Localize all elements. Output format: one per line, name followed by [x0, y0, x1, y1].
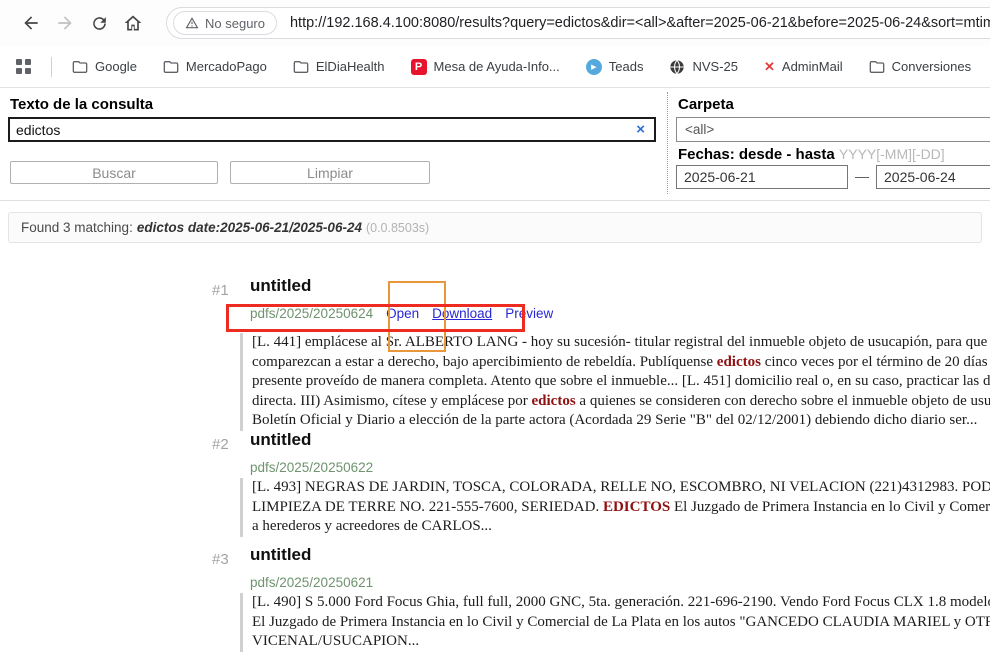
results-summary-bar: Found 3 matching: edictos date:2025-06-2… [8, 212, 982, 243]
result-snippet: [L. 490] S 5.000 Ford Focus Ghia, full f… [240, 593, 990, 652]
results-count-text: Found 3 matching: [21, 220, 133, 235]
back-icon[interactable] [14, 6, 48, 40]
result-number: #3 [212, 551, 229, 568]
bookmark-adminmail[interactable]: ✕ AdminMail [764, 59, 843, 75]
bookmark-mercadopago[interactable]: MercadoPago [163, 59, 267, 75]
forward-icon[interactable] [48, 6, 82, 40]
result-number: #2 [212, 436, 229, 453]
search-button[interactable]: Buscar [10, 161, 218, 184]
download-link[interactable]: Download [432, 306, 492, 321]
date-to-input[interactable] [876, 165, 990, 189]
result-actions-row: pdfs/2025/20250621 [250, 575, 373, 590]
folder-select[interactable]: <all> [676, 117, 990, 142]
query-input-box: × [8, 117, 656, 142]
folder-icon [72, 59, 88, 75]
browser-toolbar: No seguro http://192.168.4.100:8080/resu… [0, 0, 990, 46]
warning-icon [185, 16, 199, 30]
folder-icon [163, 59, 179, 75]
form-divider [667, 92, 668, 194]
teads-icon: ▶ [586, 59, 602, 75]
bookmark-label: Mesa de Ayuda-Info... [434, 59, 560, 74]
result-title: untitled [250, 276, 311, 296]
date-range-separator: — [855, 168, 869, 184]
result-path: pdfs/2025/20250621 [250, 575, 373, 590]
bookmark-label: AdminMail [782, 59, 843, 74]
bookmark-google[interactable]: Google [72, 59, 137, 75]
bookmark-nvs-25[interactable]: NVS-25 [669, 59, 738, 75]
security-chip[interactable]: No seguro [173, 11, 277, 35]
results-time-text: (0.0.8503s) [366, 221, 429, 235]
result-path: pdfs/2025/20250624 [250, 306, 373, 321]
dates-format-hint: YYYY[-MM][-DD] [839, 146, 945, 162]
search-form: Texto de la consulta × Buscar Limpiar Ca… [0, 88, 990, 201]
bookmark-label: Teads [609, 59, 644, 74]
address-bar[interactable]: No seguro http://192.168.4.100:8080/resu… [166, 7, 990, 39]
date-from-input[interactable] [676, 165, 848, 189]
result-snippet: [L. 493] NEGRAS DE JARDIN, TOSCA, COLORA… [240, 478, 990, 537]
bookmarks-bar: Google MercadoPago ElDiaHealth P Mesa de… [0, 46, 990, 88]
bookmark-teads[interactable]: ▶ Teads [586, 59, 644, 75]
globe-icon [669, 59, 685, 75]
clear-query-icon[interactable]: × [627, 121, 654, 138]
mesa-ayuda-icon: P [411, 59, 427, 75]
bookmark-mesa-de-ayuda[interactable]: P Mesa de Ayuda-Info... [411, 59, 560, 75]
result-title: untitled [250, 430, 311, 450]
home-icon[interactable] [116, 6, 150, 40]
result-path: pdfs/2025/20250622 [250, 460, 373, 475]
bookmark-label: Google [95, 59, 137, 74]
result-title: untitled [250, 545, 311, 565]
preview-link[interactable]: Preview [505, 306, 553, 321]
refresh-icon[interactable] [82, 6, 116, 40]
folder-icon [869, 59, 885, 75]
open-link[interactable]: Open [386, 306, 419, 321]
mail-x-icon: ✕ [764, 59, 775, 75]
bookmark-conversiones[interactable]: Conversiones [869, 59, 972, 75]
reset-button[interactable]: Limpiar [230, 161, 430, 184]
results-query-text: edictos date:2025-06-21/2025-06-24 [137, 220, 362, 235]
dates-label-text: Fechas: desde - hasta [678, 146, 835, 163]
bookmarks-separator [51, 57, 52, 77]
bookmark-label: Conversiones [892, 59, 972, 74]
search-input[interactable] [10, 122, 627, 138]
query-label: Texto de la consulta [10, 96, 153, 113]
bookmark-label: NVS-25 [692, 59, 738, 74]
dates-label: Fechas: desde - hasta YYYY[-MM][-DD] [678, 146, 945, 163]
apps-grid-icon[interactable] [16, 59, 31, 74]
folder-label: Carpeta [678, 96, 734, 113]
bookmark-label: MercadoPago [186, 59, 267, 74]
bookmark-label: ElDiaHealth [316, 59, 385, 74]
result-actions-row: pdfs/2025/20250624 Open Download Preview [250, 306, 553, 321]
result-snippet: [L. 441] emplácese al Sr. ALBERTO LANG -… [240, 333, 990, 431]
url-text[interactable]: http://192.168.4.100:8080/results?query=… [290, 15, 990, 31]
bookmark-eldiahealth[interactable]: ElDiaHealth [293, 59, 385, 75]
folder-icon [293, 59, 309, 75]
security-chip-label: No seguro [205, 16, 265, 31]
result-number: #1 [212, 282, 229, 299]
result-actions-row: pdfs/2025/20250622 [250, 460, 373, 475]
